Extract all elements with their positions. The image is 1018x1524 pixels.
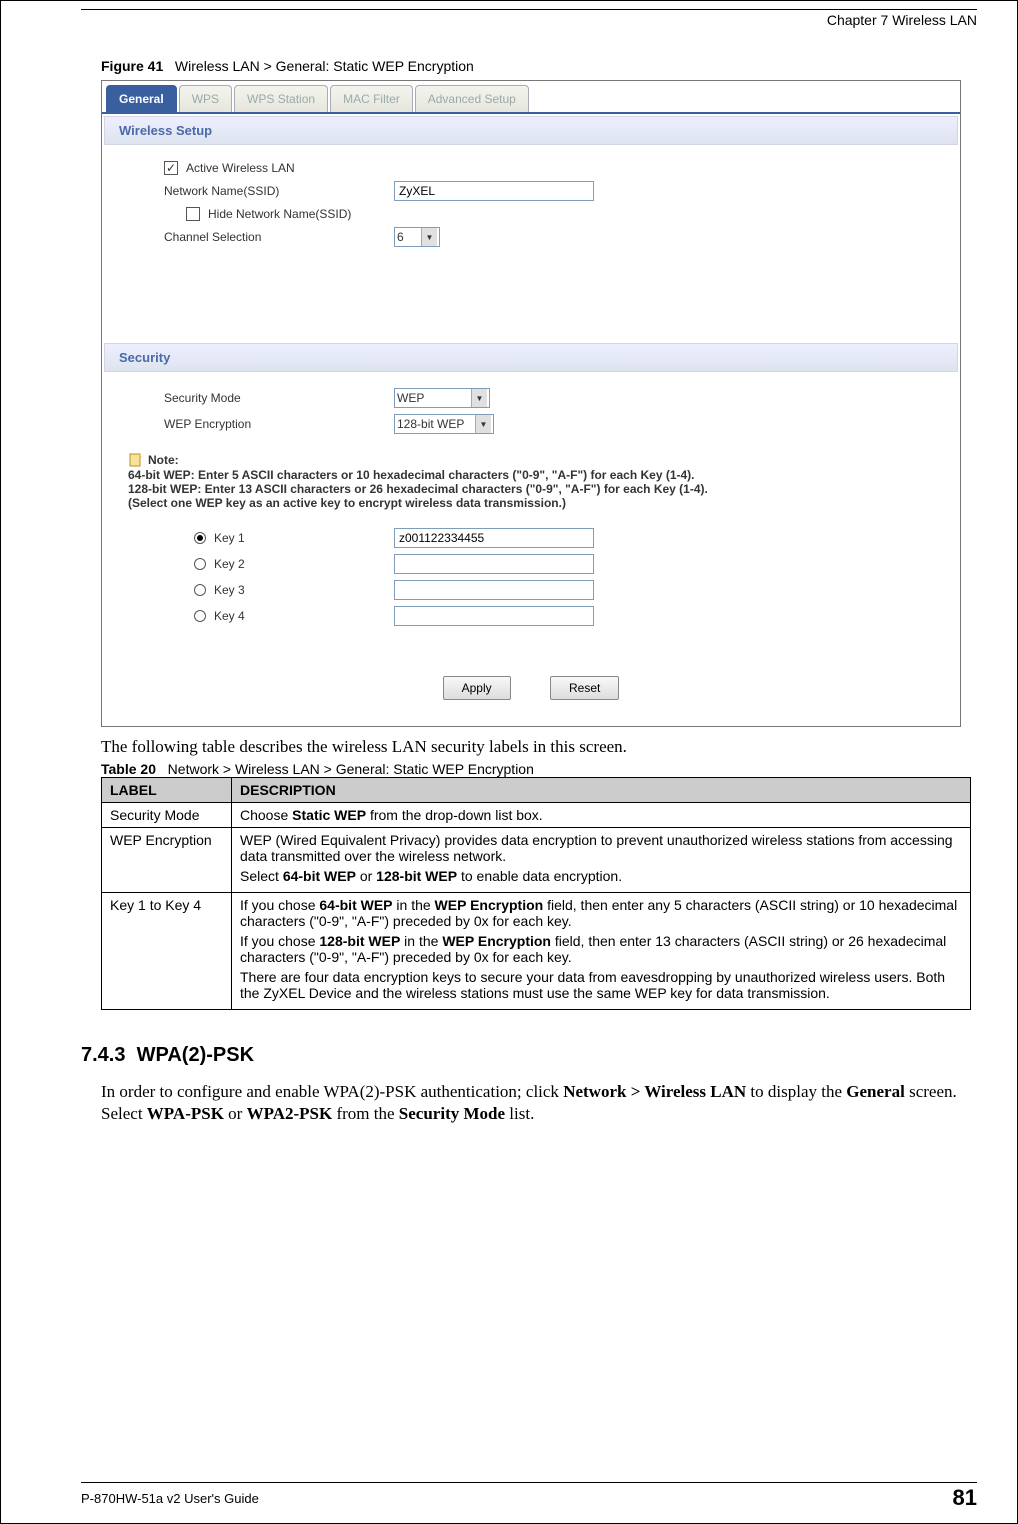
row1-desc: WEP (Wired Equivalent Privacy) provides … [232, 828, 971, 893]
figure-caption: Figure 41 Wireless LAN > General: Static… [101, 58, 977, 74]
security-header: Security [104, 343, 958, 372]
apply-button[interactable]: Apply [443, 676, 511, 700]
tab-general[interactable]: General [106, 85, 177, 112]
table-row: Key 1 to Key 4 If you chose 64-bit WEP i… [102, 893, 971, 1010]
key3-input[interactable] [394, 580, 594, 600]
key3-radio[interactable] [194, 584, 206, 596]
active-wireless-checkbox[interactable]: ✓ [164, 161, 178, 175]
subsection-title: WPA(2)-PSK [137, 1044, 254, 1066]
channel-label: Channel Selection [164, 230, 394, 244]
description-table: LABEL DESCRIPTION Security Mode Choose S… [101, 777, 971, 1010]
chapter-header: Chapter 7 Wireless LAN [81, 12, 977, 28]
key2-radio[interactable] [194, 558, 206, 570]
key1-input[interactable] [394, 528, 594, 548]
subsection-number: 7.4.3 [81, 1044, 125, 1066]
wep-encryption-select[interactable]: 128-bit WEP ▼ [394, 414, 494, 434]
page-footer: P-870HW-51a v2 User's Guide 81 [81, 1482, 977, 1511]
row0-desc: Choose Static WEP from the drop-down lis… [232, 803, 971, 828]
screenshot-figure: General WPS WPS Station MAC Filter Advan… [101, 80, 961, 727]
security-mode-value: WEP [397, 391, 467, 405]
ssid-label: Network Name(SSID) [164, 184, 394, 198]
ssid-input[interactable] [394, 181, 594, 201]
reset-button[interactable]: Reset [550, 676, 619, 700]
key3-label: Key 3 [214, 583, 394, 597]
active-wireless-label: Active Wireless LAN [186, 161, 295, 175]
figure-label: Figure 41 [101, 58, 163, 74]
wep-note: Note: 64-bit WEP: Enter 5 ASCII characte… [104, 444, 958, 516]
key4-radio[interactable] [194, 610, 206, 622]
row2-desc: If you chose 64-bit WEP in the WEP Encry… [232, 893, 971, 1010]
header-rule [81, 9, 977, 10]
table-caption: Table 20 Network > Wireless LAN > Genera… [101, 761, 977, 777]
tab-advanced-setup[interactable]: Advanced Setup [415, 85, 529, 112]
chevron-down-icon: ▼ [421, 228, 437, 246]
key4-label: Key 4 [214, 609, 394, 623]
key2-label: Key 2 [214, 557, 394, 571]
tab-wps-station[interactable]: WPS Station [234, 85, 328, 112]
post-figure-text: The following table describes the wirele… [101, 737, 977, 757]
subsection-body: In order to configure and enable WPA(2)-… [101, 1081, 957, 1125]
hide-ssid-label: Hide Network Name(SSID) [208, 207, 351, 221]
note-line-3: (Select one WEP key as an active key to … [128, 496, 934, 510]
note-line-1: 64-bit WEP: Enter 5 ASCII characters or … [128, 468, 934, 482]
th-description: DESCRIPTION [232, 778, 971, 803]
row1-label: WEP Encryption [102, 828, 232, 893]
hide-ssid-checkbox[interactable] [186, 207, 200, 221]
footer-guide: P-870HW-51a v2 User's Guide [81, 1491, 259, 1506]
row0-label: Security Mode [102, 803, 232, 828]
note-label: Note: [148, 453, 179, 467]
key2-input[interactable] [394, 554, 594, 574]
security-mode-select[interactable]: WEP ▼ [394, 388, 490, 408]
key1-radio[interactable] [194, 532, 206, 544]
table-row: Security Mode Choose Static WEP from the… [102, 803, 971, 828]
note-icon [128, 452, 144, 468]
tab-wps[interactable]: WPS [179, 85, 232, 112]
table-caption-text: Network > Wireless LAN > General: Static… [168, 761, 534, 777]
key1-label: Key 1 [214, 531, 394, 545]
row2-label: Key 1 to Key 4 [102, 893, 232, 1010]
tab-mac-filter[interactable]: MAC Filter [330, 85, 413, 112]
security-mode-label: Security Mode [164, 391, 394, 405]
table-row: WEP Encryption WEP (Wired Equivalent Pri… [102, 828, 971, 893]
subsection-heading: 7.4.3 WPA(2)-PSK [81, 1044, 977, 1067]
key4-input[interactable] [394, 606, 594, 626]
figure-caption-text: Wireless LAN > General: Static WEP Encry… [175, 58, 474, 74]
wep-encryption-value: 128-bit WEP [397, 417, 471, 431]
channel-select[interactable]: 6 ▼ [394, 227, 440, 247]
channel-value: 6 [397, 230, 417, 244]
chevron-down-icon: ▼ [475, 415, 491, 433]
footer-page-number: 81 [953, 1485, 977, 1511]
th-label: LABEL [102, 778, 232, 803]
wep-encryption-label: WEP Encryption [164, 417, 394, 431]
chevron-down-icon: ▼ [471, 389, 487, 407]
tab-bar: General WPS WPS Station MAC Filter Advan… [102, 81, 960, 112]
table-caption-label: Table 20 [101, 761, 156, 777]
wireless-setup-header: Wireless Setup [104, 116, 958, 145]
note-line-2: 128-bit WEP: Enter 13 ASCII characters o… [128, 482, 934, 496]
